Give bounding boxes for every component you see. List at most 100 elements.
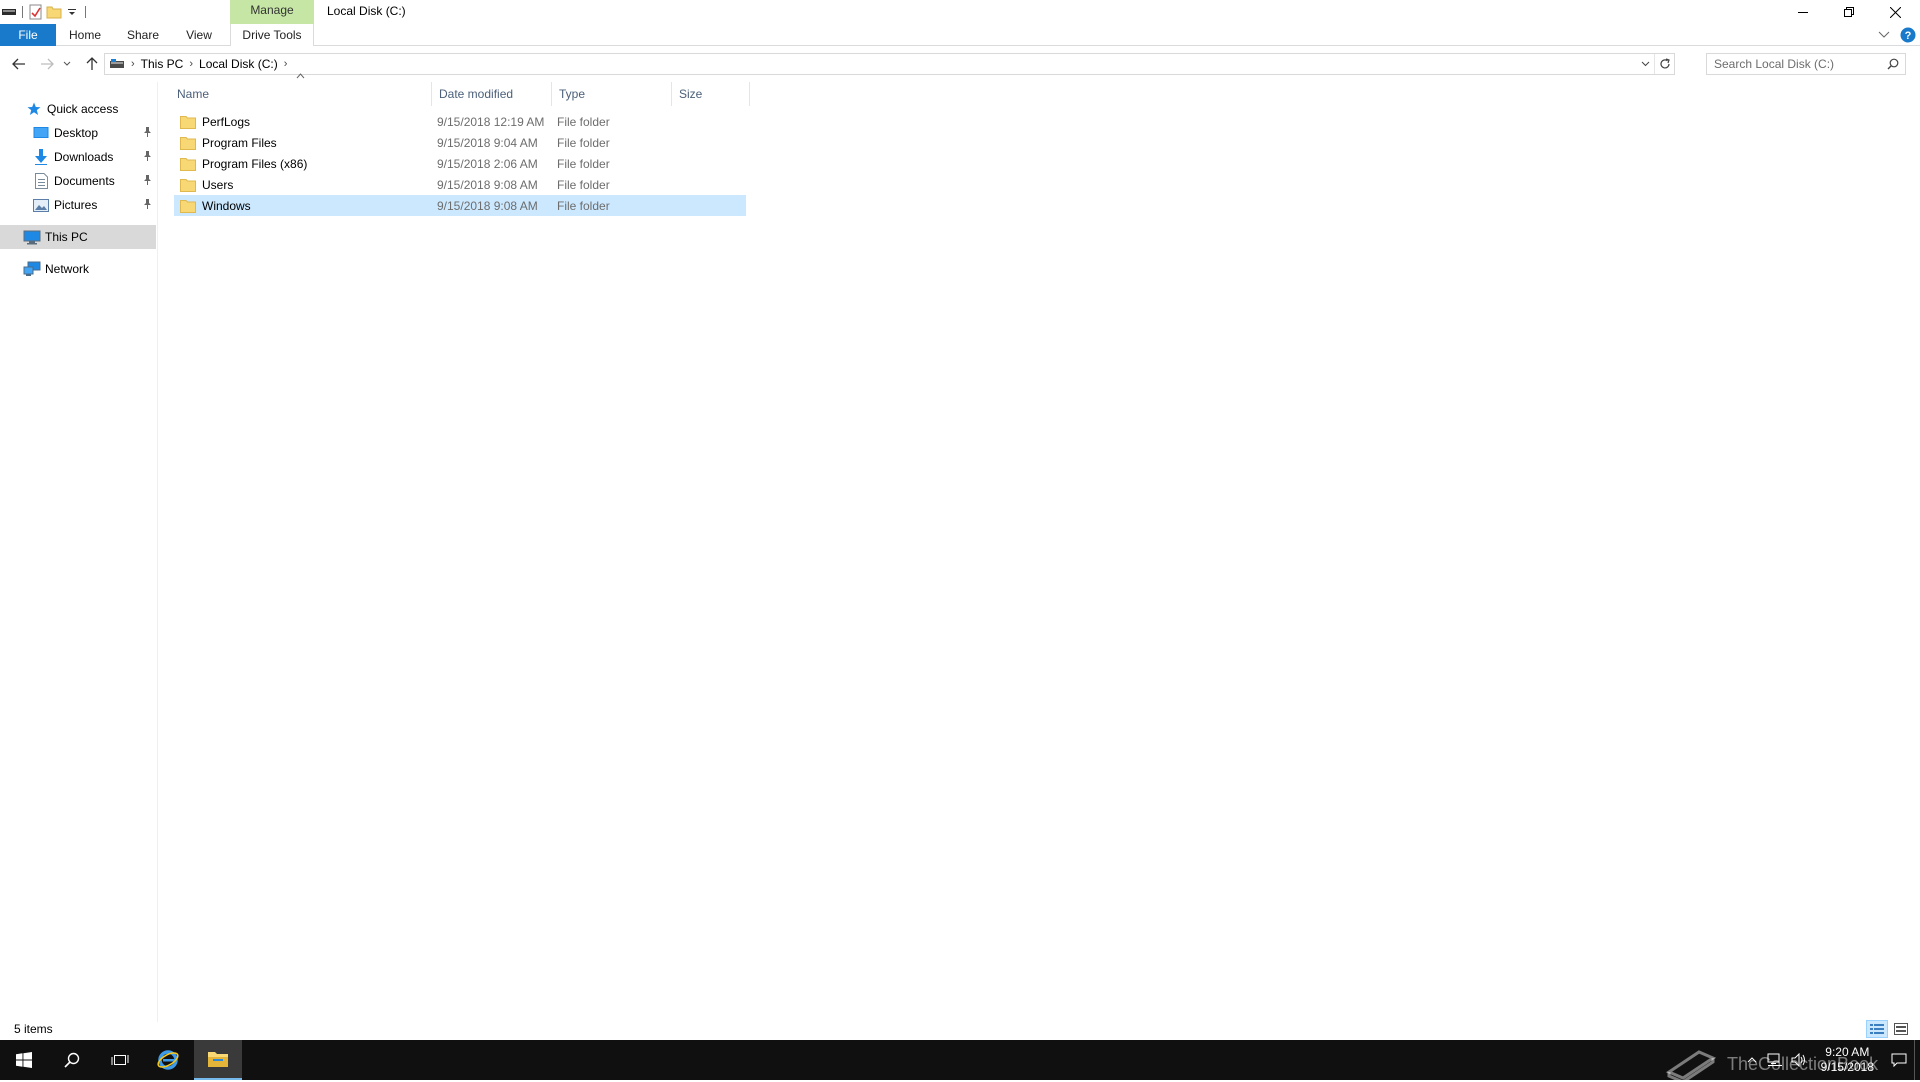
customize-qat-icon[interactable] [63,3,81,21]
file-row[interactable]: PerfLogs 9/15/2018 12:19 AM File folder [174,111,746,132]
nav-this-pc[interactable]: This PC [0,225,156,249]
file-row-selected[interactable]: Windows 9/15/2018 9:08 AM File folder [174,195,746,216]
desktop-icon [32,124,50,142]
show-hidden-icons-icon[interactable] [1741,1057,1763,1063]
breadcrumb-this-pc[interactable]: This PC [137,57,188,71]
back-button[interactable] [7,53,31,75]
nav-item-downloads[interactable]: Downloads [0,145,156,169]
quick-access-toolbar [0,2,90,22]
help-icon[interactable]: ? [1900,27,1916,43]
pin-icon[interactable] [143,151,152,161]
breadcrumb-separator[interactable]: › [187,58,195,70]
search-input[interactable] [1707,57,1877,71]
internet-explorer-icon[interactable] [144,1040,192,1080]
nav-item-desktop[interactable]: Desktop [0,121,156,145]
file-type: File folder [557,198,610,213]
column-header-type[interactable]: Type [552,82,672,106]
network-tray-icon[interactable] [1763,1053,1787,1067]
drive-icon [105,58,129,70]
refresh-icon[interactable] [1654,54,1674,74]
close-button[interactable] [1872,0,1918,24]
pin-icon[interactable] [143,127,152,137]
nav-item-label: Pictures [54,198,98,212]
folder-icon [180,157,196,171]
tab-share[interactable]: Share [120,24,166,46]
ribbon-right-controls: ? [1878,27,1916,43]
qat-separator [22,6,23,18]
tab-file[interactable]: File [0,24,56,46]
details-view-icon[interactable] [1866,1020,1888,1038]
tab-home[interactable]: Home [62,24,108,46]
search-taskbar-icon[interactable] [48,1040,96,1080]
volume-icon[interactable] [1787,1053,1811,1067]
address-controls [1636,54,1674,74]
file-date: 9/15/2018 9:08 AM [437,177,538,192]
qat-separator-2 [85,6,86,18]
minimize-button[interactable] [1780,0,1826,24]
file-date: 9/15/2018 9:04 AM [437,135,538,150]
title-bar: Manage Local Disk (C:) [0,0,1920,24]
clock[interactable]: 9:20 AM 9/15/2018 [1811,1045,1884,1075]
nav-quick-access[interactable]: Quick access [0,97,156,121]
pin-icon[interactable] [143,175,152,185]
up-button[interactable] [80,53,104,75]
address-bar[interactable]: › This PC › Local Disk (C:) › [104,53,1675,75]
action-center-icon[interactable] [1884,1053,1914,1067]
nav-network[interactable]: Network [0,257,156,281]
breadcrumb-local-disk[interactable]: Local Disk (C:) [195,57,282,71]
nav-item-label: Downloads [54,150,114,164]
item-count: 5 items [14,1022,53,1036]
nav-this-pc-label: This PC [45,230,88,244]
search-box[interactable] [1706,53,1906,75]
tab-view[interactable]: View [176,24,222,46]
view-switcher [1866,1020,1912,1038]
recent-locations-button[interactable] [60,53,74,75]
column-headers: Name Date modified Type Size [170,73,750,106]
navigation-pane: Quick access Desktop Downloads Documents [0,82,158,1022]
file-name: Windows [202,198,251,213]
large-icons-view-icon[interactable] [1890,1020,1912,1038]
explorer-app-icon[interactable] [0,3,18,21]
breadcrumb-separator[interactable]: › [129,58,137,70]
column-header-date[interactable]: Date modified [432,82,552,106]
nav-item-label: Documents [54,174,115,188]
file-row[interactable]: Users 9/15/2018 9:08 AM File folder [174,174,746,195]
start-button[interactable] [0,1040,48,1080]
nav-item-label: Desktop [54,126,99,140]
column-header-size[interactable]: Size [672,82,750,106]
file-date: 9/15/2018 12:19 AM [437,114,545,129]
file-explorer-taskbar-icon[interactable] [194,1040,242,1080]
nav-item-pictures[interactable]: Pictures [0,193,156,217]
column-header-name[interactable]: Name [170,73,432,106]
clock-date: 9/15/2018 [1820,1060,1874,1074]
tab-drive-tools[interactable]: Drive Tools [230,24,314,46]
properties-icon[interactable] [27,3,45,21]
expand-ribbon-icon[interactable] [1878,31,1890,39]
file-row[interactable]: Program Files 9/15/2018 9:04 AM File fol… [174,132,746,153]
nav-item-documents[interactable]: Documents [0,169,156,193]
file-list: Name Date modified Type Size PerfLogs 9/… [170,73,1920,1022]
file-row[interactable]: Program Files (x86) 9/15/2018 2:06 AM Fi… [174,153,746,174]
address-dropdown-icon[interactable] [1636,61,1654,67]
navigation-row: › This PC › Local Disk (C:) › [0,50,1920,78]
pictures-icon [32,196,50,214]
breadcrumb-separator[interactable]: › [282,58,290,70]
restore-button[interactable] [1826,0,1872,24]
task-view-icon[interactable] [96,1040,144,1080]
file-name: Program Files [202,135,277,150]
sort-ascending-icon [296,73,305,79]
system-tray: 9:20 AM 9/15/2018 [1741,1040,1920,1080]
file-name-cell: Program Files (x86) [180,157,307,171]
computer-icon [23,228,41,246]
file-name: PerfLogs [202,114,251,129]
status-bar: 5 items [0,1018,1920,1040]
file-name-cell: Windows [180,199,251,213]
new-folder-icon[interactable] [45,3,63,21]
file-type: File folder [557,114,610,129]
context-tab-manage[interactable]: Manage [230,0,314,24]
search-icon[interactable] [1887,58,1899,70]
show-desktop-button[interactable] [1914,1040,1920,1080]
file-name-cell: Users [180,178,233,192]
pin-icon[interactable] [143,199,152,209]
forward-button[interactable] [35,53,59,75]
